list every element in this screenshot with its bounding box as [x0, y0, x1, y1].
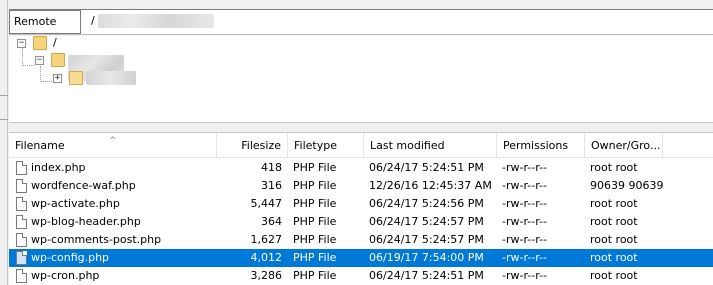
file-row[interactable]: wp-config.php 4,012 PHP File 06/19/17 7:54:… [9, 249, 713, 267]
file-modified: 06/24/17 5:24:57 PM [369, 215, 484, 228]
file-permissions: -rw-r--r-- [502, 251, 547, 264]
file-owner-group: root root [590, 197, 638, 210]
file-modified: 06/24/17 5:24:56 PM [369, 197, 484, 210]
file-permissions: -rw-r--r-- [502, 179, 547, 192]
file-name: wordfence-waf.php [31, 179, 136, 192]
file-row[interactable]: wp-cron.php 3,286 PHP File 06/24/17 5:24:51… [9, 267, 713, 285]
file-modified: 06/24/17 5:24:51 PM [369, 161, 484, 174]
column-filename[interactable]: Filename ^ [9, 133, 217, 158]
tree-node-redacted-1[interactable]: − [35, 53, 135, 81]
file-type: PHP File [293, 269, 337, 282]
file-owner-group: 90639 90639 [590, 179, 664, 192]
file-row[interactable]: wp-activate.php 5,447 PHP File 06/24/17 5:2… [9, 195, 713, 213]
file-name: wp-blog-header.php [31, 215, 141, 228]
file-modified: 06/19/17 7:54:00 PM [369, 251, 484, 264]
file-permissions: -rw-r--r-- [502, 161, 547, 174]
file-size: 1,627 [250, 233, 283, 246]
collapse-icon[interactable]: − [17, 39, 26, 48]
tree-node-root[interactable]: − / [17, 36, 97, 52]
file-owner-group: root root [590, 161, 638, 174]
file-permissions: -rw-r--r-- [502, 215, 547, 228]
php-file-icon [16, 161, 27, 175]
collapse-icon[interactable]: − [35, 56, 44, 65]
file-size: 5,447 [250, 197, 283, 210]
file-modified: 06/24/17 5:24:51 PM [369, 269, 484, 282]
file-permissions: -rw-r--r-- [502, 233, 547, 246]
file-owner-group: root root [590, 215, 638, 228]
file-size: 316 [261, 179, 282, 192]
folder-icon [69, 71, 83, 85]
column-filesize[interactable]: Filesize [217, 133, 288, 158]
file-size: 3,286 [250, 269, 283, 282]
file-name: wp-cron.php [31, 269, 100, 282]
pane-splitter[interactable] [9, 123, 713, 133]
file-modified: 12/26/16 12:45:37 AM [369, 179, 492, 192]
file-size: 418 [261, 161, 282, 174]
file-row[interactable]: wp-comments-post.php 1,627 PHP File 06/24/1… [9, 231, 713, 249]
php-file-icon [16, 233, 27, 247]
remote-directory-tree: − / − + [9, 36, 713, 123]
file-name: wp-activate.php [31, 197, 120, 210]
file-name: wp-comments-post.php [31, 233, 162, 246]
sort-ascending-icon: ^ [109, 136, 117, 146]
php-file-icon [16, 251, 27, 265]
column-owner-group[interactable]: Owner/Gro... [585, 133, 663, 158]
file-type: PHP File [293, 233, 337, 246]
column-filetype[interactable]: Filetype [288, 133, 364, 158]
file-type: PHP File [293, 215, 337, 228]
remote-site-bar: Remote site: / [9, 9, 713, 50]
tree-node-label: / [53, 36, 57, 49]
php-file-icon [16, 179, 27, 193]
tree-node-redacted-2[interactable]: + [53, 71, 153, 87]
file-size: 4,012 [250, 251, 283, 264]
remote-site-path[interactable]: / [87, 10, 215, 34]
file-type: PHP File [293, 251, 337, 264]
file-owner-group: root root [590, 269, 638, 282]
redacted-folder-name [86, 71, 136, 85]
file-type: PHP File [293, 179, 337, 192]
php-file-icon [16, 197, 27, 211]
file-owner-group: root root [590, 233, 638, 246]
remote-path-prefix: / [91, 14, 95, 27]
php-file-icon [16, 215, 27, 229]
remote-file-list: Filename ^ Filesize Filetype Last modifi… [9, 133, 713, 285]
file-row[interactable]: wp-blog-header.php 364 PHP File 06/24/17 5:… [9, 213, 713, 231]
file-permissions: -rw-r--r-- [502, 269, 547, 282]
redacted-path [98, 14, 215, 28]
column-last-modified[interactable]: Last modified [364, 133, 497, 158]
local-pane-edge [0, 0, 8, 285]
remote-site-label: Remote site: [9, 10, 81, 50]
file-modified: 06/24/17 5:24:57 PM [369, 233, 484, 246]
column-permissions[interactable]: Permissions [497, 133, 585, 158]
folder-icon [33, 36, 47, 50]
expand-icon[interactable]: + [53, 74, 62, 83]
file-name: index.php [31, 161, 86, 174]
file-owner-group: root root [590, 251, 638, 264]
file-row[interactable]: index.php 418 PHP File 06/24/17 5:24:51 PM -… [9, 159, 713, 177]
php-file-icon [16, 269, 27, 283]
file-name: wp-config.php [31, 251, 110, 264]
folder-icon [51, 53, 65, 67]
file-type: PHP File [293, 161, 337, 174]
file-row[interactable]: wordfence-waf.php 316 PHP File 12/26/16 12:… [9, 177, 713, 195]
file-permissions: -rw-r--r-- [502, 197, 547, 210]
file-type: PHP File [293, 197, 337, 210]
column-header-row: Filename ^ Filesize Filetype Last modifi… [9, 133, 713, 158]
file-size: 364 [261, 215, 282, 228]
